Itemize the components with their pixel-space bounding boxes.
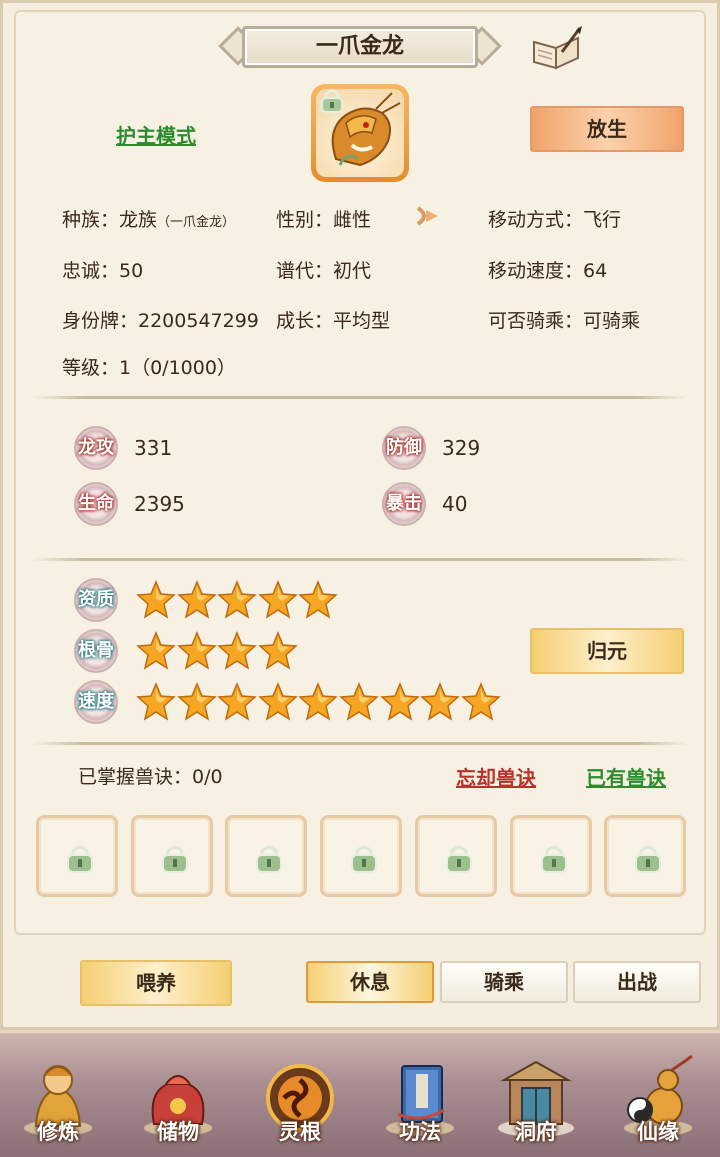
skill-slot[interactable] <box>130 815 213 897</box>
stat-value-crit: 40 <box>442 492 468 516</box>
lock-icon <box>631 842 665 876</box>
race-label: 种族：龙族 <box>62 209 158 231</box>
star-icon <box>379 682 420 722</box>
star-icon <box>176 682 217 722</box>
nav-techniques[interactable]: 功法 <box>370 1036 470 1154</box>
pet-name-banner: 一爪金龙 <box>218 24 502 70</box>
stat-value-attack: 331 <box>134 436 173 460</box>
aptitude-badge-speed: 速度 <box>74 680 118 724</box>
move-speed-info: 移动速度：64 <box>488 260 608 282</box>
nav-cultivate[interactable]: 修炼 <box>8 1036 108 1154</box>
aptitude-badge-bone: 根骨 <box>74 629 118 673</box>
nav-label-immortal-fate: 仙缘 <box>637 1120 679 1144</box>
star-icon <box>136 682 176 722</box>
gender-info: 性别：雌性 <box>276 209 372 231</box>
lock-icon <box>252 842 286 876</box>
skill-slot[interactable] <box>225 815 308 897</box>
stat-badge-attack: 龙攻 <box>74 426 118 470</box>
lock-icon <box>442 842 476 876</box>
star-icon <box>460 682 501 722</box>
nav-label-techniques: 功法 <box>399 1120 441 1144</box>
nav-immortal-fate[interactable]: 仙缘 <box>608 1036 708 1154</box>
aptitude-badge-quality: 资质 <box>74 578 118 622</box>
skill-slot[interactable] <box>36 815 118 897</box>
feed-button[interactable]: 喂养 <box>80 960 232 1006</box>
nav-spirit-root[interactable]: 灵根 <box>250 1036 350 1154</box>
stat-badge-hp: 生命 <box>74 482 118 526</box>
star-icon <box>217 631 257 671</box>
skill-slot[interactable] <box>414 815 497 897</box>
pet-portrait[interactable] <box>311 84 409 182</box>
divider <box>32 396 688 399</box>
return-origin-button[interactable]: 归元 <box>530 628 684 674</box>
star-icon <box>257 580 298 620</box>
star-icon <box>257 682 298 722</box>
nav-storage[interactable]: 储物 <box>128 1036 228 1154</box>
lock-icon <box>347 842 381 876</box>
star-icon <box>257 631 298 671</box>
release-button[interactable]: 放生 <box>530 106 684 152</box>
pet-name-title: 一爪金龙 <box>242 26 478 68</box>
divider <box>32 742 688 745</box>
star-icon <box>298 580 339 620</box>
gender-toggle-arrow-icon[interactable] <box>412 200 444 232</box>
star-icon <box>298 682 339 722</box>
aptitude-stars-bone <box>136 631 298 671</box>
skill-slot[interactable] <box>509 815 592 897</box>
star-icon <box>420 682 460 722</box>
nav-cave-dwelling[interactable]: 洞府 <box>486 1036 586 1154</box>
mastered-skills-count: 已掌握兽诀：0/0 <box>78 766 223 788</box>
lock-icon <box>317 86 347 116</box>
star-icon <box>339 682 379 722</box>
stat-badge-crit: 暴击 <box>382 482 426 526</box>
nav-label-spirit-root: 灵根 <box>279 1120 321 1144</box>
owned-skills-link[interactable]: 已有兽诀 <box>586 762 666 791</box>
race-subtype: （一爪金龙） <box>157 215 236 230</box>
rideable-info: 可否骑乘：可骑乘 <box>488 310 641 332</box>
skill-slot[interactable] <box>320 815 403 897</box>
star-icon <box>217 682 257 722</box>
growth-info: 成长：平均型 <box>276 310 391 332</box>
id-tag-info: 身份牌：2200547299 <box>62 310 259 332</box>
level-info: 等级：1（0/1000） <box>62 357 236 379</box>
rest-tab[interactable]: 休息 <box>306 961 434 1003</box>
lock-icon <box>63 842 97 876</box>
lock-icon <box>537 842 571 876</box>
skill-slot[interactable] <box>604 815 687 897</box>
nav-label-cultivate: 修炼 <box>37 1120 79 1144</box>
generation-info: 谱代：初代 <box>276 260 372 282</box>
star-icon <box>176 580 217 620</box>
star-icon <box>217 580 257 620</box>
aptitude-stars-quality <box>136 580 339 620</box>
stat-badge-defense: 防御 <box>382 426 426 470</box>
book-quill-icon[interactable] <box>532 26 584 70</box>
loyalty-info: 忠诚：50 <box>62 260 144 282</box>
stat-value-hp: 2395 <box>134 492 185 516</box>
battle-tab[interactable]: 出战 <box>573 961 701 1003</box>
stat-value-defense: 329 <box>442 436 481 460</box>
divider <box>32 558 688 561</box>
ride-tab[interactable]: 骑乘 <box>440 961 568 1003</box>
race-info: 种族：龙族（一爪金龙） <box>62 205 235 232</box>
star-icon <box>176 631 217 671</box>
lock-icon <box>158 842 192 876</box>
aptitude-stars-speed <box>136 682 501 722</box>
forget-skill-link[interactable]: 忘却兽诀 <box>456 762 536 791</box>
guard-mode-link[interactable]: 护主模式 <box>116 120 196 149</box>
star-icon <box>136 631 176 671</box>
movement-info: 移动方式：飞行 <box>488 209 622 231</box>
star-icon <box>136 580 176 620</box>
nav-label-storage: 储物 <box>157 1120 199 1144</box>
nav-label-cave-dwelling: 洞府 <box>515 1120 557 1144</box>
